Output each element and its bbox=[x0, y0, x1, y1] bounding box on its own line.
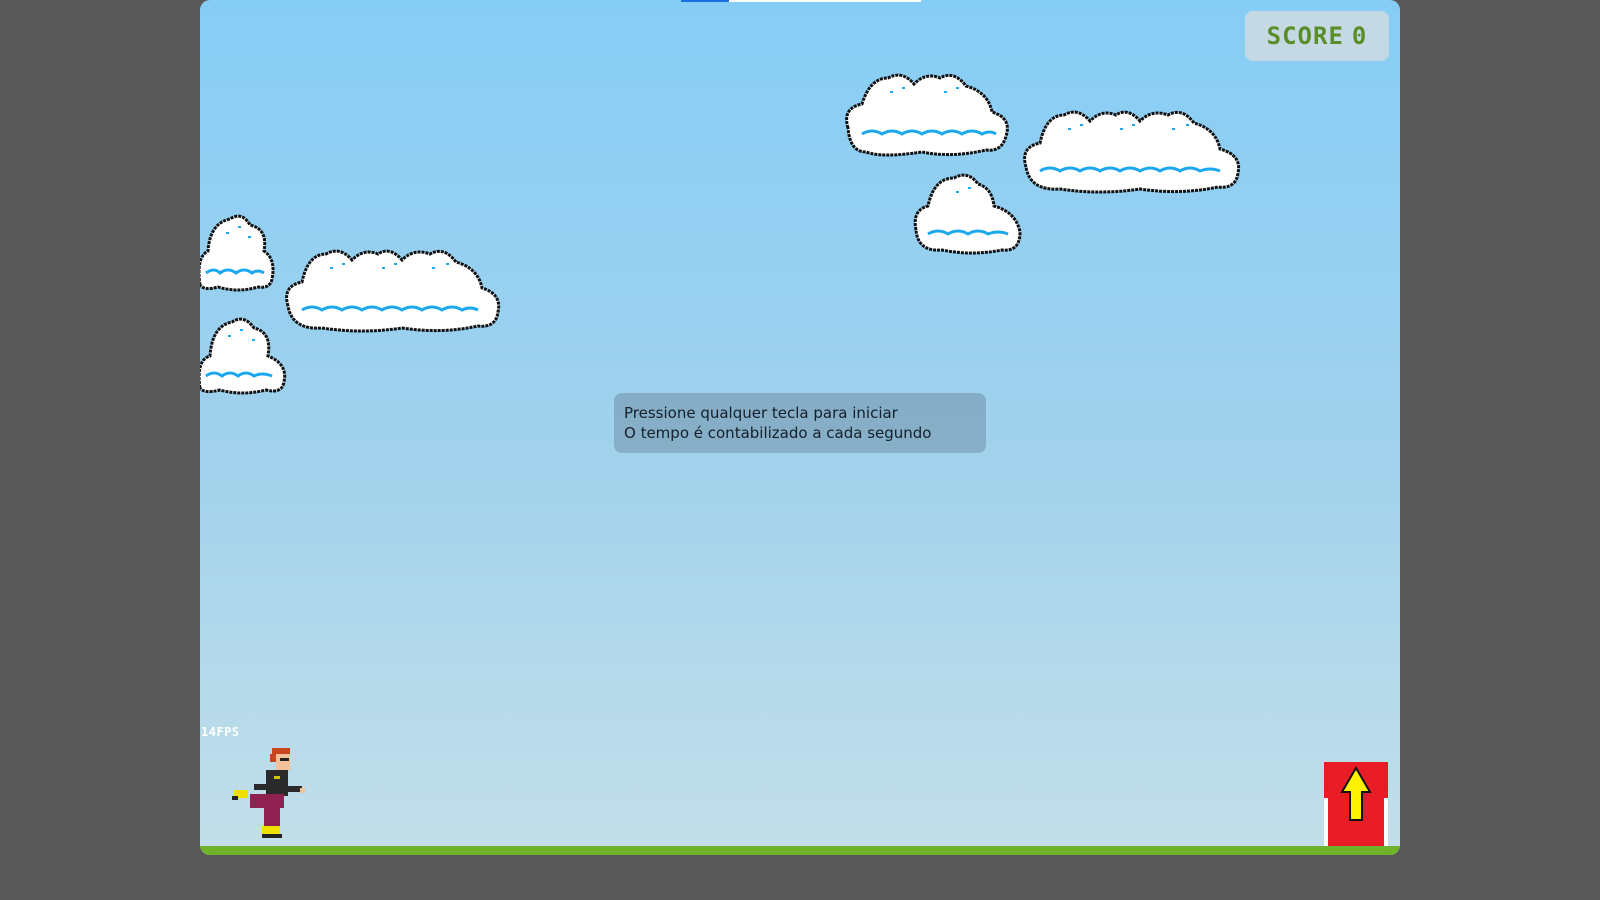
fps-counter: 14FPS bbox=[201, 725, 240, 739]
start-instructions: Pressione qualquer tecla para iniciar O … bbox=[614, 393, 986, 453]
game-canvas[interactable]: SCORE 0 Pressione qualquer tecla para in… bbox=[200, 0, 1400, 855]
up-arrow-block-icon bbox=[1324, 762, 1388, 846]
instruction-line-1: Pressione qualquer tecla para iniciar bbox=[624, 404, 898, 422]
cloud-icon bbox=[200, 214, 275, 292]
cloud-icon bbox=[913, 173, 1022, 255]
load-progress-bar bbox=[200, 0, 1400, 2]
cloud-icon bbox=[845, 73, 1009, 157]
cloud-icon bbox=[200, 317, 287, 395]
score-label: SCORE bbox=[1266, 22, 1344, 50]
runner-sprite-icon bbox=[232, 748, 305, 838]
cloud-icon bbox=[285, 249, 501, 333]
cloud-icon bbox=[1023, 110, 1241, 194]
score-value: 0 bbox=[1351, 22, 1368, 50]
instruction-line-2: O tempo é contabilizado a cada segundo bbox=[624, 424, 932, 442]
score-display: SCORE 0 bbox=[1245, 11, 1389, 61]
ground bbox=[200, 846, 1400, 855]
